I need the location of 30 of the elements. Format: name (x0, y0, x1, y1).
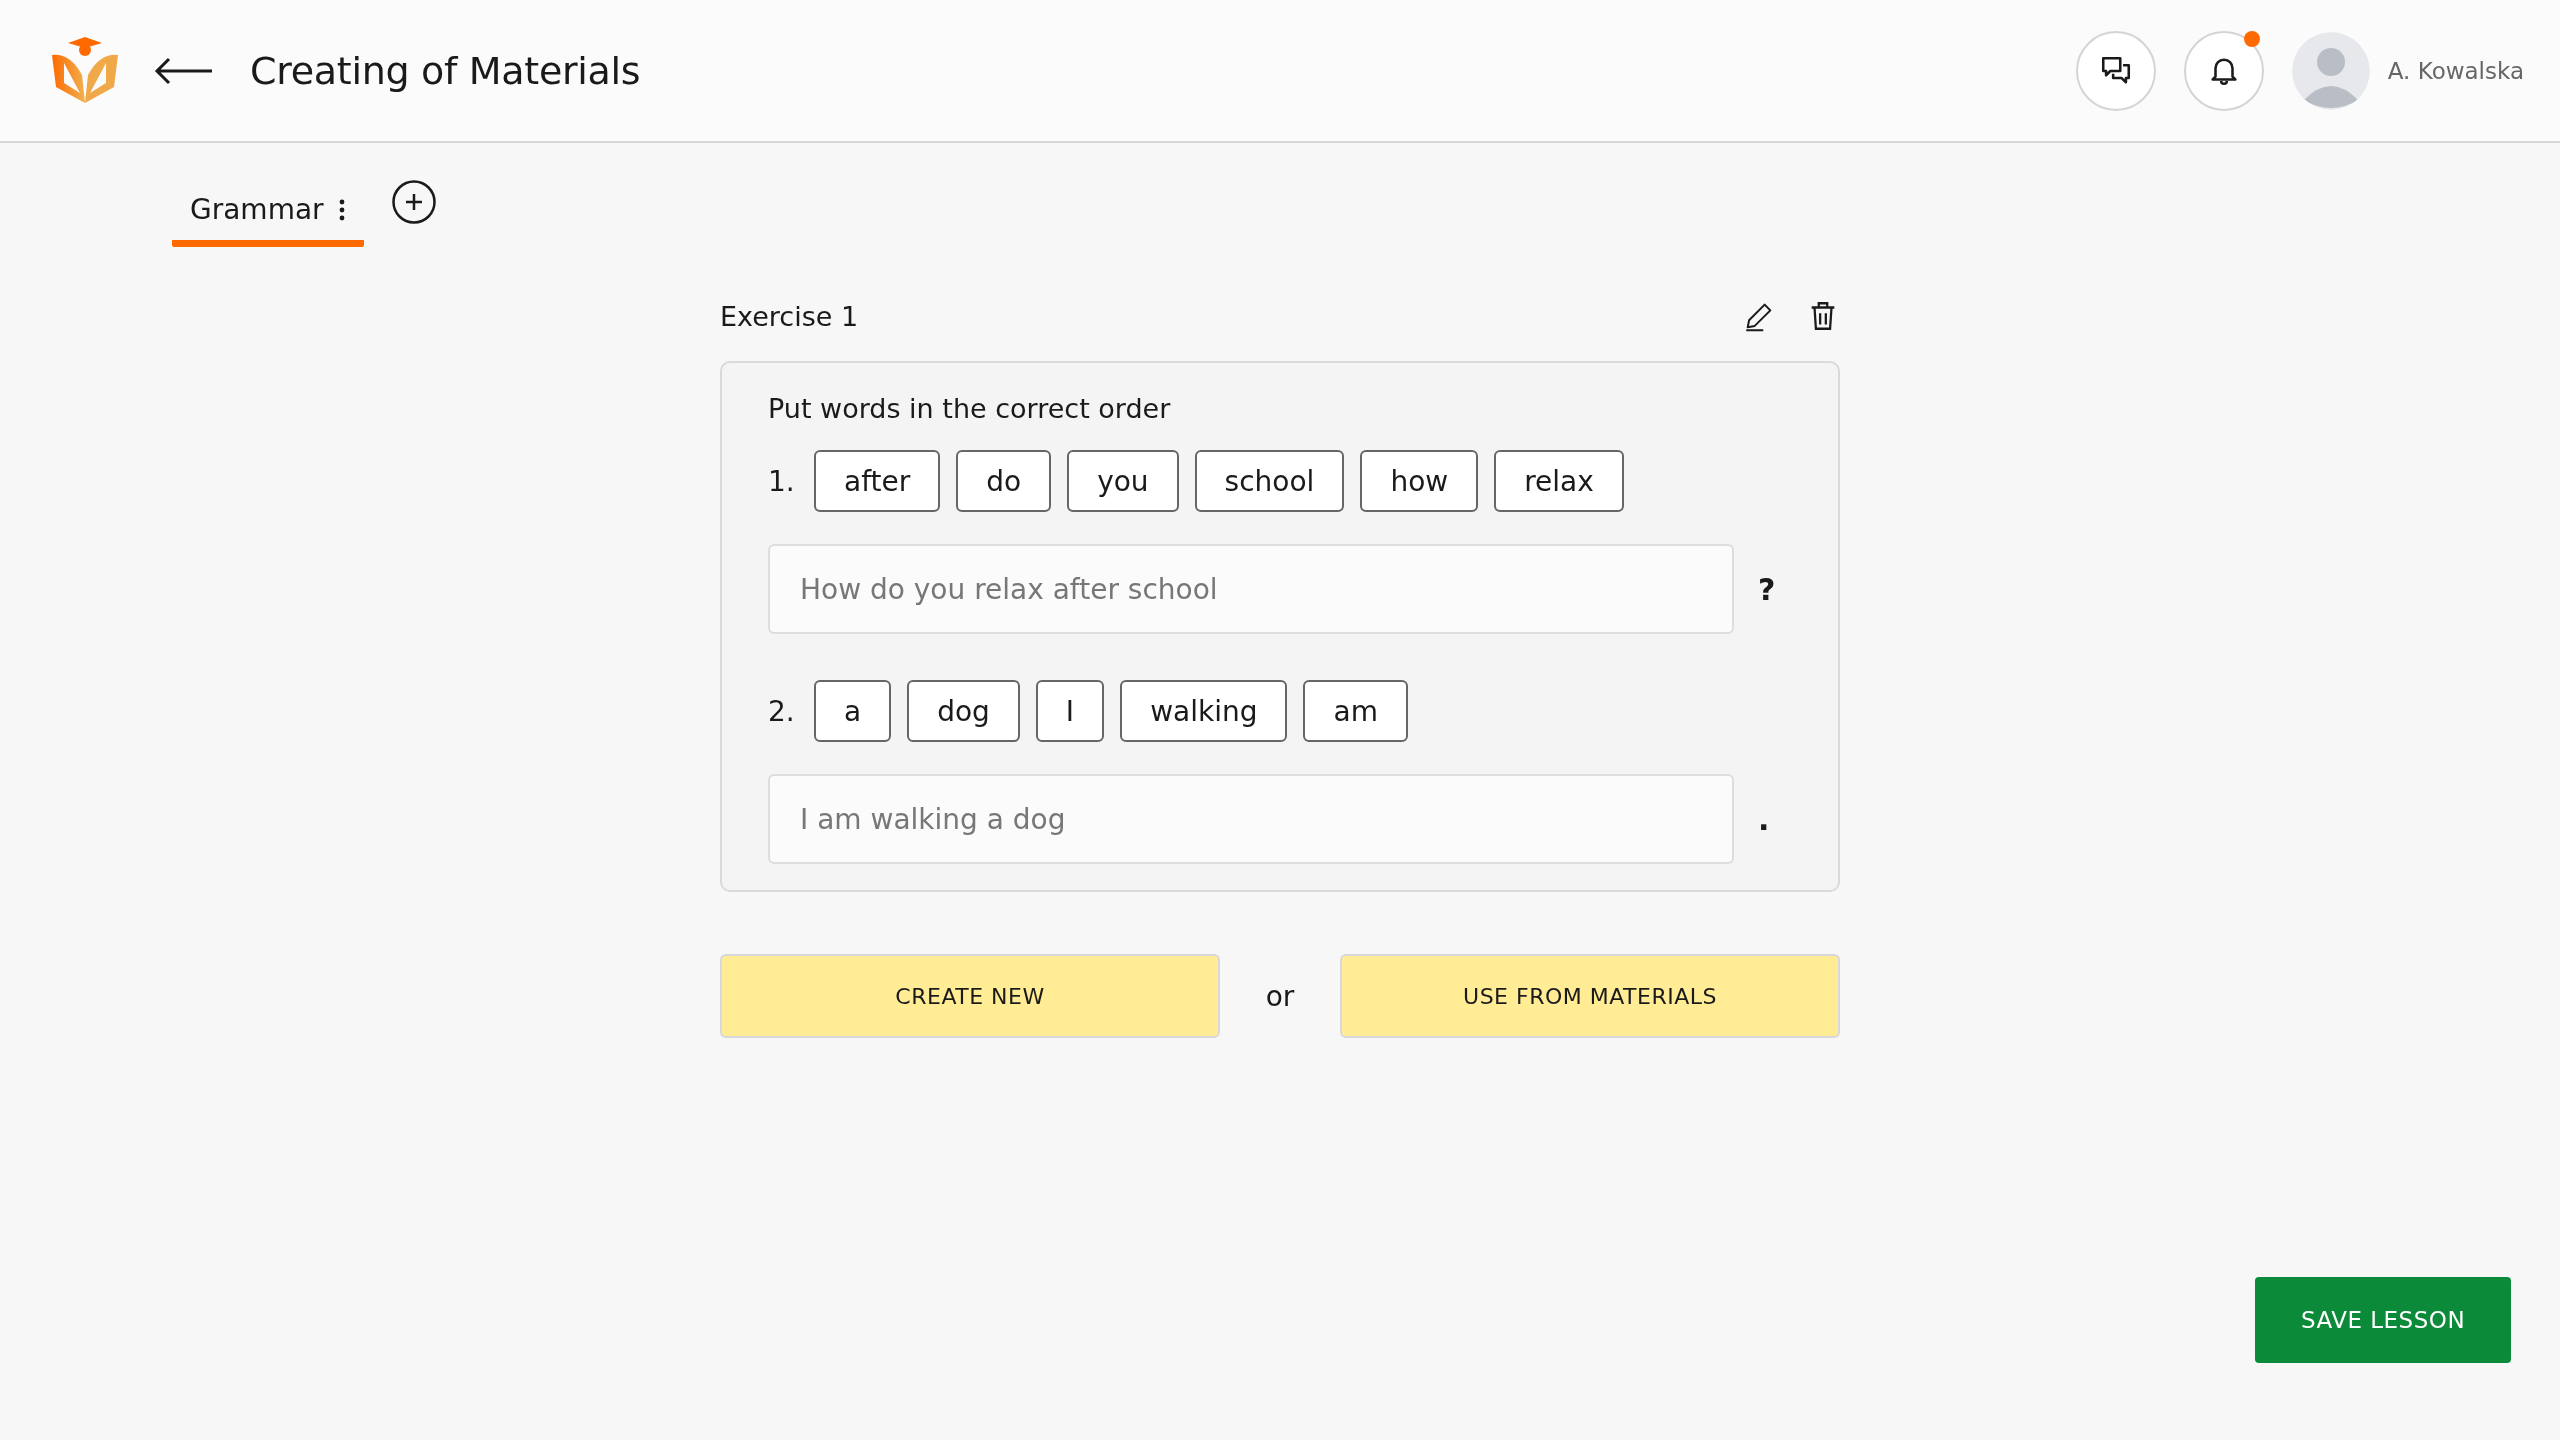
tab[interactable]: Grammar (172, 179, 364, 247)
word-chip[interactable]: relax (1494, 450, 1624, 512)
exercise-instruction: Put words in the correct order (768, 393, 1172, 424)
item-number: 2. (768, 694, 796, 728)
save-lesson-button[interactable]: SAVE LESSON (2255, 1277, 2511, 1363)
page-title: Creating of Materials (250, 48, 641, 93)
word-chip[interactable]: you (1067, 450, 1179, 512)
punctuation-mark: . (1758, 801, 1770, 837)
tab-label: Grammar (190, 193, 324, 226)
user-name: A. Kowalska (2387, 57, 2524, 84)
word-chip[interactable]: how (1360, 450, 1479, 512)
add-tab-icon[interactable] (391, 180, 436, 224)
word-chip[interactable]: walking (1120, 680, 1288, 742)
word-chip[interactable]: am (1303, 680, 1408, 742)
word-chip[interactable]: do (956, 450, 1052, 512)
create-new-button[interactable]: CREATE NEW (720, 954, 1220, 1038)
use-from-materials-button[interactable]: USE FROM MATERIALS (1340, 954, 1840, 1038)
word-chip[interactable]: after (814, 450, 941, 512)
item-number: 1. (768, 464, 796, 498)
exercise-title: Exercise 1 (720, 300, 859, 332)
word-chip[interactable]: a (814, 680, 892, 742)
more-icon[interactable] (337, 197, 346, 222)
punctuation-mark: ? (1758, 571, 1776, 607)
word-chip[interactable]: dog (907, 680, 1020, 742)
answer-field[interactable]: I am walking a dog (768, 774, 1734, 864)
word-chip[interactable]: I (1035, 680, 1105, 742)
word-chip[interactable]: school (1194, 450, 1345, 512)
answer-field[interactable]: How do you relax after school (768, 544, 1734, 634)
back-arrow-icon[interactable] (154, 55, 214, 86)
or-label: or (1265, 979, 1295, 1013)
